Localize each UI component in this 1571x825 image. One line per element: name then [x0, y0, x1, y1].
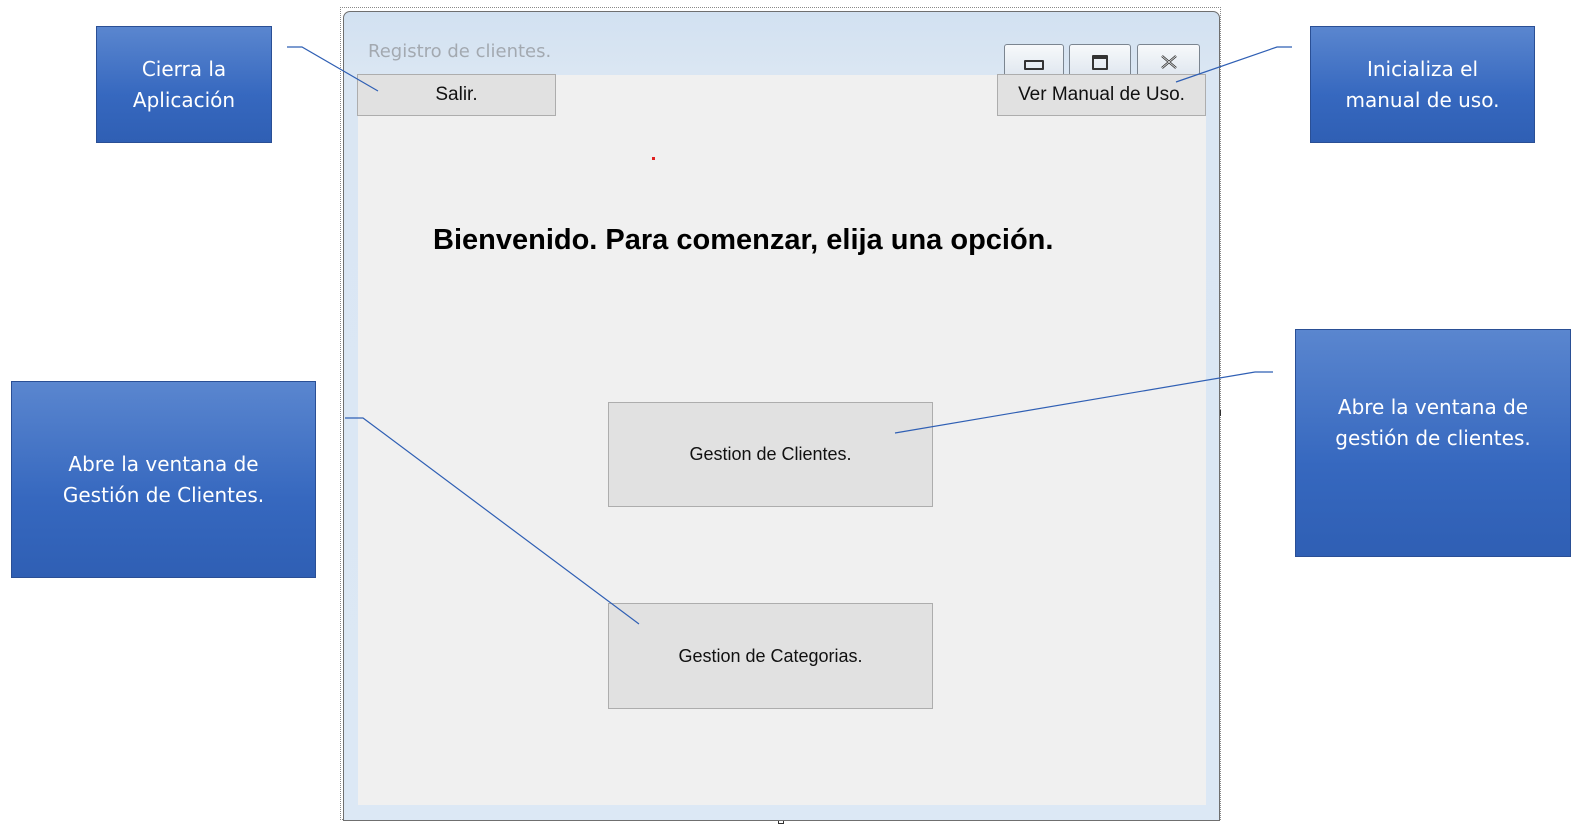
- callout-leader-lines: [287, 46, 1292, 625]
- leader-line-manual: [1175, 46, 1292, 83]
- leader-line-exit: [287, 46, 379, 92]
- leader-line-clients: [894, 371, 1273, 434]
- leader-line-categories: [345, 417, 640, 625]
